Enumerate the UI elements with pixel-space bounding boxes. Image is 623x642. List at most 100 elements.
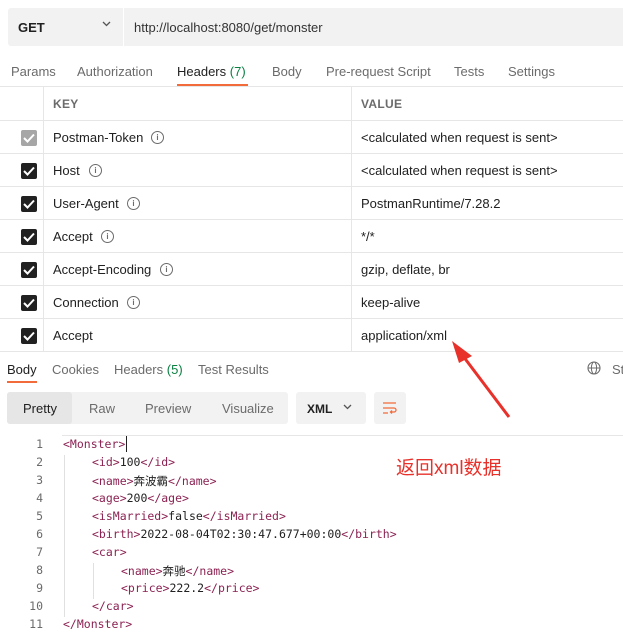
header-value[interactable]: <calculated when request is sent>	[361, 163, 558, 178]
line-number: 11	[29, 617, 43, 631]
chevron-down-icon	[342, 401, 353, 415]
header-enabled-checkbox[interactable]	[21, 262, 37, 278]
wrap-lines-icon	[383, 402, 397, 414]
header-enabled-checkbox[interactable]	[21, 163, 37, 179]
indent-guide	[64, 527, 65, 545]
view-preview-button[interactable]: Preview	[145, 401, 191, 416]
line-number: 4	[36, 491, 43, 505]
info-icon[interactable]: i	[101, 230, 114, 243]
header-value[interactable]: <calculated when request is sent>	[361, 130, 558, 145]
tab-pre-request-script[interactable]: Pre-request Script	[326, 64, 431, 79]
code-line[interactable]: <age>200</age>	[92, 491, 189, 505]
code-line[interactable]: <name>奔波霸</name>	[92, 473, 217, 489]
table-border	[0, 86, 623, 87]
indent-guide	[64, 473, 65, 491]
line-number: 7	[36, 545, 43, 559]
check-icon	[23, 166, 35, 176]
code-line[interactable]: <price>222.2</price>	[121, 581, 259, 595]
header-key[interactable]: Accept	[53, 229, 93, 244]
header-key[interactable]: Postman-Token	[53, 130, 143, 145]
header-value[interactable]: application/xml	[361, 328, 447, 343]
line-number: 8	[36, 563, 43, 577]
header-enabled-checkbox[interactable]	[21, 196, 37, 212]
text-cursor	[126, 436, 127, 452]
indent-guide	[64, 599, 65, 617]
check-icon	[23, 298, 35, 308]
header-value[interactable]: keep-alive	[361, 295, 420, 310]
column-header-value: VALUE	[361, 97, 403, 111]
code-line[interactable]: <birth>2022-08-04T02:30:47.677+00:00</bi…	[92, 527, 397, 541]
row-border	[0, 318, 623, 319]
format-label: XML	[307, 402, 333, 416]
header-enabled-checkbox[interactable]	[21, 295, 37, 311]
header-key[interactable]: Accept-Encoding	[53, 262, 151, 277]
row-border	[0, 120, 623, 121]
info-icon[interactable]: i	[89, 164, 102, 177]
code-line[interactable]: <car>	[92, 545, 127, 559]
header-enabled-checkbox[interactable]	[21, 229, 37, 245]
line-number: 6	[36, 527, 43, 541]
row-border	[0, 219, 623, 220]
annotation-arrow	[452, 341, 511, 418]
status-label: St	[612, 362, 623, 377]
indent-guide	[64, 491, 65, 509]
header-key[interactable]: Connection	[53, 295, 119, 310]
view-raw-button[interactable]: Raw	[89, 401, 115, 416]
active-line-border	[62, 435, 623, 436]
check-icon	[23, 199, 35, 209]
header-key[interactable]: Accept	[53, 328, 93, 343]
info-icon[interactable]: i	[160, 263, 173, 276]
tab-headers[interactable]: Headers (7)	[177, 64, 246, 79]
check-icon	[23, 232, 35, 242]
header-key[interactable]: User-Agent	[53, 196, 119, 211]
response-tab-cookies[interactable]: Cookies	[52, 362, 99, 377]
row-border	[0, 285, 623, 286]
line-number: 2	[36, 455, 43, 469]
code-line[interactable]: </Monster>	[63, 617, 132, 631]
header-enabled-checkbox[interactable]	[21, 130, 37, 146]
code-line[interactable]: </car>	[92, 599, 134, 613]
view-pretty-button[interactable]: Pretty	[23, 401, 57, 416]
code-line[interactable]: <name>奔驰</name>	[121, 563, 234, 579]
line-number: 1	[36, 437, 43, 451]
response-tab-headers[interactable]: Headers (5)	[114, 362, 183, 377]
info-icon[interactable]: i	[127, 197, 140, 210]
response-tab-test-results[interactable]: Test Results	[198, 362, 269, 377]
row-border	[0, 186, 623, 187]
tab-body[interactable]: Body	[272, 64, 302, 79]
code-line[interactable]: <id>100</id>	[92, 455, 175, 469]
header-key[interactable]: Host	[53, 163, 80, 178]
active-response-tab-indicator	[7, 381, 37, 383]
indent-guide	[93, 563, 94, 581]
row-border	[0, 153, 623, 154]
indent-guide	[64, 455, 65, 473]
header-enabled-checkbox[interactable]	[21, 328, 37, 344]
tab-settings[interactable]: Settings	[508, 64, 555, 79]
tab-params[interactable]: Params	[11, 64, 56, 79]
header-value[interactable]: gzip, deflate, br	[361, 262, 450, 277]
chevron-down-icon[interactable]	[101, 18, 112, 32]
indent-guide	[64, 563, 65, 581]
line-number: 9	[36, 581, 43, 595]
row-border	[0, 252, 623, 253]
response-tab-body[interactable]: Body	[7, 362, 37, 377]
tab-authorization[interactable]: Authorization	[77, 64, 153, 79]
info-icon[interactable]: i	[151, 131, 164, 144]
info-icon[interactable]: i	[127, 296, 140, 309]
indent-guide	[93, 581, 94, 599]
tab-tests[interactable]: Tests	[454, 64, 484, 79]
indent-guide	[64, 545, 65, 563]
code-line[interactable]: <isMarried>false</isMarried>	[92, 509, 286, 523]
header-value[interactable]: */*	[361, 229, 375, 244]
line-number: 5	[36, 509, 43, 523]
column-header-key: KEY	[53, 97, 79, 111]
wrap-lines-button[interactable]	[374, 392, 406, 424]
header-value[interactable]: PostmanRuntime/7.28.2	[361, 196, 500, 211]
check-icon	[23, 265, 35, 275]
method-label: GET	[18, 20, 45, 35]
globe-icon[interactable]	[587, 361, 601, 378]
code-line[interactable]: <Monster>	[63, 437, 125, 451]
annotation-text: 返回xml数据	[396, 458, 502, 479]
row-border	[0, 351, 623, 352]
view-visualize-button[interactable]: Visualize	[222, 401, 274, 416]
